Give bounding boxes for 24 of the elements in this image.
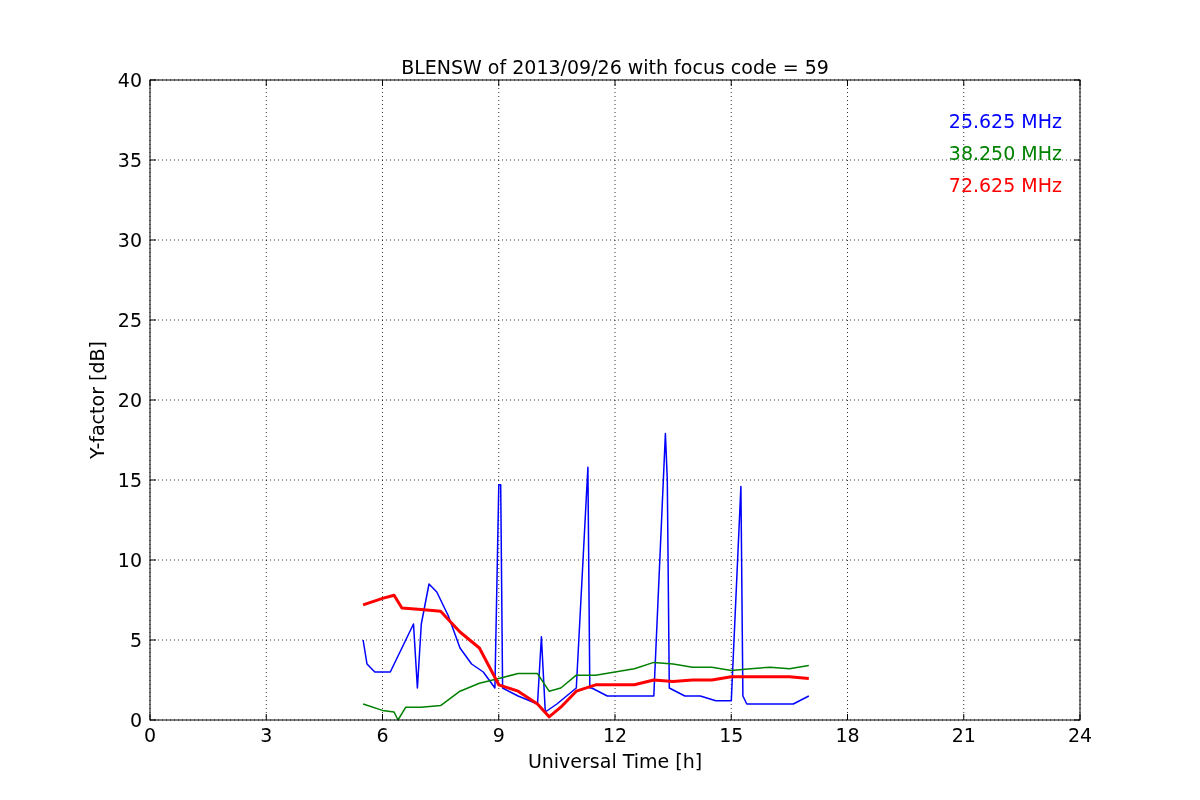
x-tick-label: 15 <box>719 724 744 746</box>
x-tick-label: 21 <box>951 724 976 746</box>
x-axis-label: Universal Time [h] <box>527 750 703 772</box>
y-tick-label: 0 <box>129 709 142 731</box>
y-tick-label: 40 <box>117 69 142 91</box>
chart-title: BLENSW of 2013/09/26 with focus code = 59 <box>401 56 829 78</box>
y-tick-label: 35 <box>117 149 142 171</box>
x-tick-label: 3 <box>260 724 273 746</box>
x-tick-label: 9 <box>492 724 505 746</box>
x-tick-label: 6 <box>376 724 389 746</box>
x-tick-label: 24 <box>1067 724 1093 746</box>
x-tick-label: 18 <box>835 724 860 746</box>
y-tick-label: 30 <box>117 229 142 251</box>
y-tick-label: 15 <box>117 469 142 491</box>
y-tick-label: 25 <box>117 309 142 331</box>
legend-label: 72.625 MHz <box>948 174 1062 196</box>
legend-label: 38.250 MHz <box>948 142 1062 164</box>
x-tick-label: 0 <box>143 724 157 746</box>
legend-label: 25.625 MHz <box>948 110 1062 132</box>
y-tick-label: 10 <box>117 549 142 571</box>
y-tick-label: 20 <box>117 389 142 411</box>
y-axis-label: Y-factor [dB] <box>86 341 108 459</box>
y-tick-label: 5 <box>129 629 142 651</box>
x-tick-label: 12 <box>602 724 628 746</box>
